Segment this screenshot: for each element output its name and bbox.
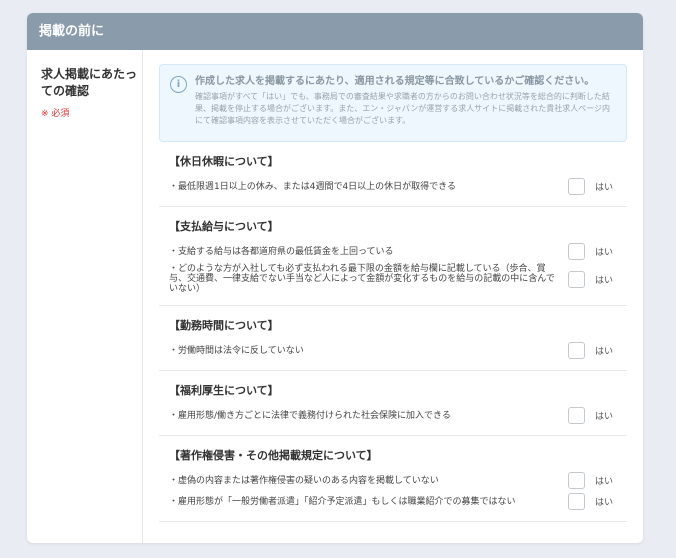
item-text: ・支給する給与は各都道府県の最低賃金を上回っている — [169, 246, 394, 257]
confirmation-row: 求人掲載にあたっての確認 ※ 必須 i 作成した求人を掲載するにあたり、適用され… — [27, 50, 643, 543]
section-title: 【福利厚生について】 — [169, 384, 279, 397]
checklist-item: ・労働時間は法令に反していない はい — [169, 342, 627, 359]
section-benefits: 【福利厚生について】 ・雇用形態/働き方ごとに法律で義務付けられた社会保険に加入… — [159, 371, 627, 436]
yes-checkbox[interactable] — [568, 493, 585, 510]
section-holidays: 【休日休暇について】 ・最低限週1日以上の休み、または4週間で4日以上の休日が取… — [159, 142, 627, 207]
yes-label[interactable]: はい — [595, 474, 627, 487]
yes-checkbox[interactable] — [568, 472, 585, 489]
info-icon: i — [170, 76, 187, 93]
checklist-item: ・雇用形態が「一般労働者派遣」「紹介予定派遣」もしくは職業紹介での募集ではない … — [169, 493, 627, 510]
section-title: 【休日休暇について】 — [169, 155, 279, 168]
pre-publish-card: 掲載の前に 求人掲載にあたっての確認 ※ 必須 i 作成した求人を掲載するにあた… — [27, 13, 643, 543]
item-text: ・どのような方が入社しても必ず支払われる最下限の金額を給与欄に記載している（歩合… — [169, 264, 555, 294]
info-notice: i 作成した求人を掲載するにあたり、適用される規定等に合致しているかご確認くださ… — [159, 64, 627, 142]
yes-label[interactable]: はい — [595, 409, 627, 422]
required-badge: ※ 必須 — [41, 109, 70, 119]
checklist-item: ・どのような方が入社しても必ず支払われる最下限の金額を給与欄に記載している（歩合… — [169, 264, 627, 294]
yes-checkbox[interactable] — [568, 407, 585, 424]
yes-checkbox[interactable] — [568, 342, 585, 359]
yes-checkbox[interactable] — [568, 178, 585, 195]
notice-sub-text: 確認事項がすべて「はい」でも、事務局での審査結果や求職者の方からのお問い合わせ状… — [195, 92, 611, 125]
section-title: 【勤務時間について】 — [169, 319, 279, 332]
yes-checkbox[interactable] — [568, 243, 585, 260]
checklist-item: ・雇用形態/働き方ごとに法律で義務付けられた社会保険に加入できる はい — [169, 407, 627, 424]
section-copyright: 【著作権侵害・その他掲載規定について】 ・虚偽の内容または著作権侵害の疑いのある… — [159, 436, 627, 522]
yes-label[interactable]: はい — [595, 344, 627, 357]
yes-label[interactable]: はい — [595, 245, 627, 258]
yes-label[interactable]: はい — [595, 495, 627, 508]
item-text: ・虚偽の内容または著作権侵害の疑いのある内容を掲載していない — [169, 475, 439, 486]
checklist-item: ・支給する給与は各都道府県の最低賃金を上回っている はい — [169, 243, 627, 260]
section-working-hours: 【勤務時間について】 ・労働時間は法令に反していない はい — [159, 306, 627, 371]
card-title: 掲載の前に — [27, 13, 643, 50]
section-title: 【支払給与について】 — [169, 220, 279, 233]
section-title: 【著作権侵害・その他掲載規定について】 — [169, 449, 378, 462]
field-label-column: 求人掲載にあたっての確認 ※ 必須 — [27, 50, 143, 543]
section-salary: 【支払給与について】 ・支給する給与は各都道府県の最低賃金を上回っている はい … — [159, 207, 627, 306]
checklist-item: ・最低限週1日以上の休み、または4週間で4日以上の休日が取得できる はい — [169, 178, 627, 195]
yes-checkbox[interactable] — [568, 270, 585, 288]
item-text: ・労働時間は法令に反していない — [169, 345, 304, 356]
yes-label[interactable]: はい — [595, 273, 627, 286]
notice-main-text: 作成した求人を掲載するにあたり、適用される規定等に合致しているかご確認ください。 — [195, 76, 595, 87]
field-label: 求人掲載にあたっての確認 — [41, 67, 138, 98]
item-text: ・雇用形態が「一般労働者派遣」「紹介予定派遣」もしくは職業紹介での募集ではない — [169, 496, 516, 507]
item-text: ・雇用形態/働き方ごとに法律で義務付けられた社会保険に加入できる — [169, 410, 451, 421]
item-text: ・最低限週1日以上の休み、または4週間で4日以上の休日が取得できる — [169, 181, 457, 192]
checklist-item: ・虚偽の内容または著作権侵害の疑いのある内容を掲載していない はい — [169, 472, 627, 489]
yes-label[interactable]: はい — [595, 180, 627, 193]
field-content: i 作成した求人を掲載するにあたり、適用される規定等に合致しているかご確認くださ… — [143, 50, 643, 543]
